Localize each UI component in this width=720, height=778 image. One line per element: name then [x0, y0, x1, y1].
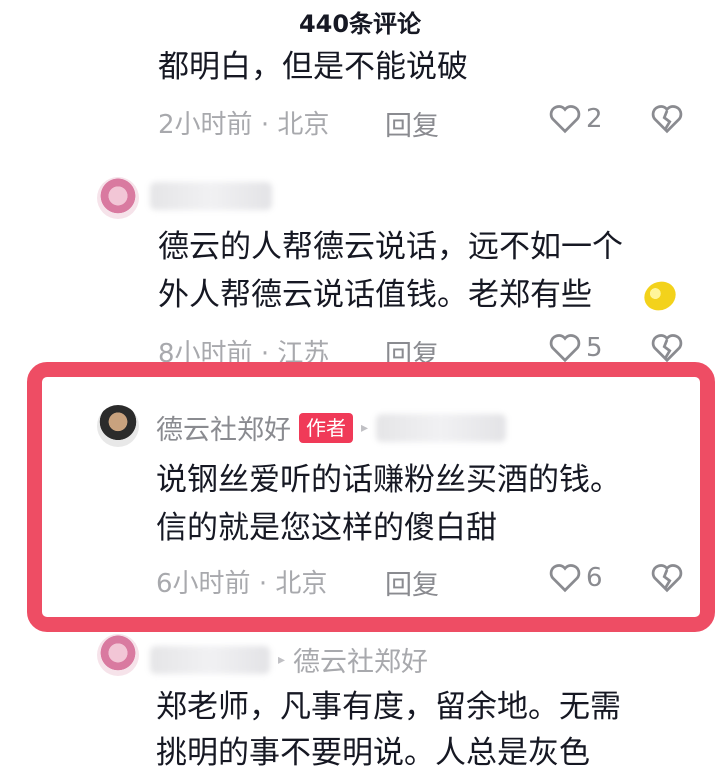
- like-button[interactable]: 2: [548, 104, 603, 134]
- blurred-username: [150, 645, 270, 674]
- comment-time: 2小时前: [158, 110, 253, 140]
- like-button[interactable]: 5: [548, 333, 603, 363]
- comment-text-line: 挑明的事不要明说。人总是灰色: [156, 735, 590, 771]
- comment-text-line: 德云的人帮德云说话，远不如一个: [158, 229, 623, 265]
- dislike-button[interactable]: [650, 104, 684, 134]
- heart-outline-icon: [548, 333, 582, 363]
- reply-button[interactable]: 回复: [385, 104, 439, 143]
- blurred-username: [150, 182, 272, 210]
- highlight-frame: [27, 362, 715, 632]
- lemon-emoji: [639, 276, 681, 316]
- reply-arrow-icon: ▸: [278, 651, 286, 668]
- broken-heart-icon: [650, 333, 684, 363]
- like-count: 2: [586, 104, 603, 134]
- avatar[interactable]: [97, 634, 139, 676]
- comment-text-line: 都明白，但是不能说破: [158, 49, 468, 85]
- comment-text-line: 外人帮德云说话值钱。老郑有些: [158, 277, 592, 313]
- comment-location: 北京: [277, 110, 330, 140]
- comment-count-title: 440条评论: [298, 10, 422, 38]
- reply-header: ▸ 德云社郑好: [150, 640, 428, 679]
- avatar[interactable]: [97, 177, 139, 219]
- broken-heart-icon: [650, 104, 684, 134]
- dislike-button[interactable]: [650, 333, 684, 363]
- comment-text-line: 郑老师，凡事有度，留余地。无需: [156, 689, 621, 725]
- meta-separator: ·: [260, 110, 270, 140]
- comment-meta: 2小时前 · 北京: [158, 104, 329, 141]
- like-count: 5: [586, 333, 603, 363]
- reply-to-username[interactable]: 德云社郑好: [293, 640, 428, 679]
- heart-outline-icon: [548, 104, 582, 134]
